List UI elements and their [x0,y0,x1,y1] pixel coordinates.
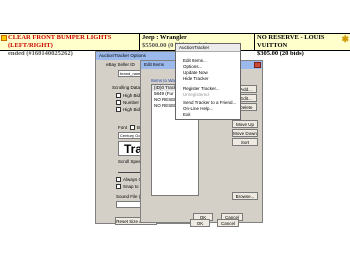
move-up-button[interactable]: Move Up [232,120,258,128]
menu-item-update-now[interactable]: Update Now [183,70,208,75]
sort-button[interactable]: Sort [232,138,258,146]
move-down-button[interactable]: Move Down [232,129,258,137]
menu-item-send-friend[interactable]: Send Tracker to a Friend... [183,100,236,105]
menu-header-label: AuctionTracker [179,45,210,50]
always-on-top-checkbox[interactable] [116,177,121,182]
context-menu: AuctionTracker Edit Items... Options... … [175,43,241,120]
snap-screen-checkbox[interactable] [116,184,121,189]
menu-item-edit-items[interactable]: Edit Items... [183,58,207,63]
scrolling-data-label: Scrolling Data [112,85,141,90]
high-bidder-checkbox[interactable] [116,107,121,112]
browse-button[interactable]: Browse... [232,192,258,200]
tracker-item-1[interactable]: CLEAR FRONT BUMPER LIGHTS (LEFT/RIGHT) e… [0,34,140,57]
tracker-item-title: Jeep : Wrangler [142,34,187,41]
menu-item-help[interactable]: On-Line Help... [183,106,213,111]
menu-item-options[interactable]: Options... [183,64,202,69]
options-cancel-button[interactable]: Cancel [217,219,239,227]
tracker-item-3[interactable]: NO RESERVE - LOUIS VUITTON $305.00 (20 b… [255,34,350,57]
number-bids-checkbox[interactable] [116,100,121,105]
seller-id-label: eBay Seller ID [106,62,135,67]
high-bid-checkbox[interactable] [116,93,121,98]
tracker-item-title: CLEAR FRONT BUMPER LIGHTS (LEFT/RIGHT) [8,34,112,49]
high-bid-label: High Bid [123,93,141,98]
flag-icon [1,35,7,41]
options-ok-button[interactable]: OK [190,219,210,227]
tracker-item-title: NO RESERVE - LOUIS VUITTON [257,34,325,49]
menu-item-hide-tracker[interactable]: Hide Tracker [183,76,209,81]
font-label: Font [118,125,128,130]
menu-item-unregistered: Unregistered [183,92,209,97]
tracker-item-status: $305.00 (20 bids) [257,50,304,57]
menu-item-register[interactable]: Register Tracker... [183,86,220,91]
star-icon: ✱ [341,34,349,44]
menu-item-exit[interactable]: Exit [183,112,191,117]
close-icon[interactable] [254,62,261,68]
bold-checkbox[interactable] [130,125,135,130]
